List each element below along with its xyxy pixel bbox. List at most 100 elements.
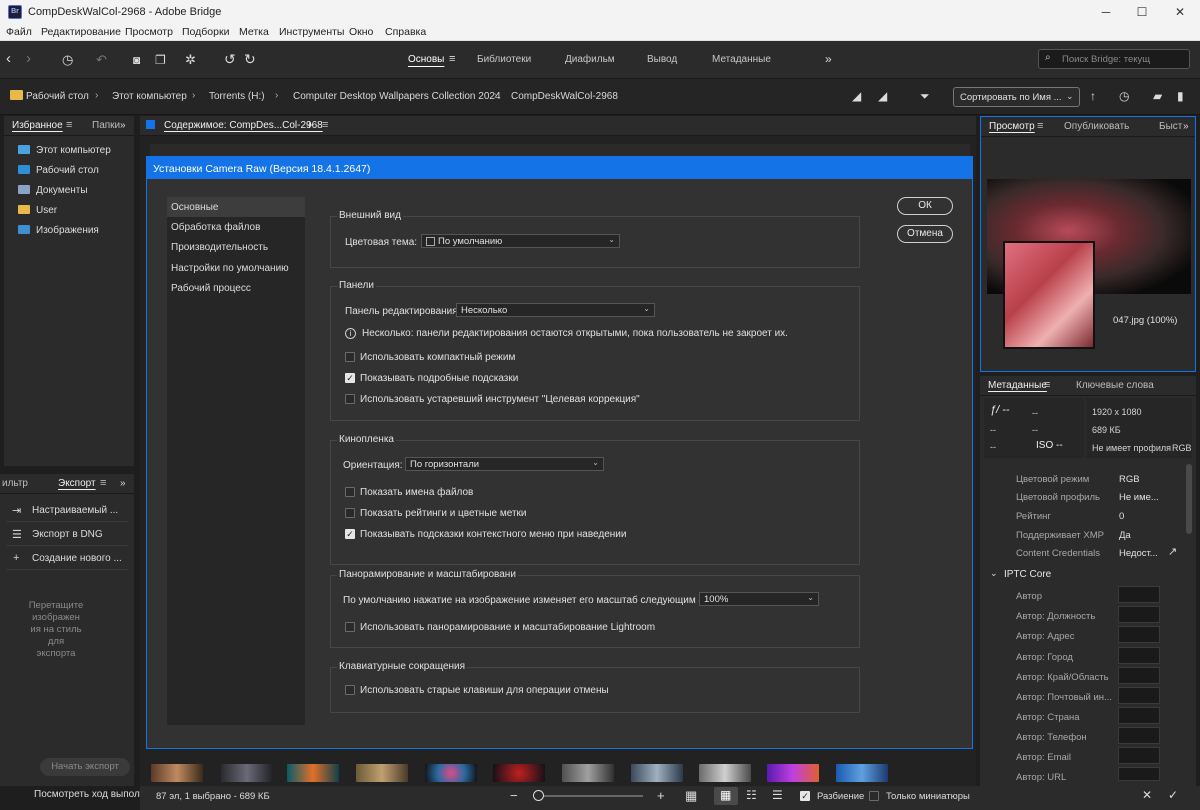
search-box[interactable]: ⌕ Поиск Bridge: текущ bbox=[1038, 49, 1190, 69]
thumbnail[interactable] bbox=[493, 764, 545, 782]
iptc-field-input[interactable] bbox=[1118, 626, 1160, 643]
workspace-metadata[interactable]: Метаданные bbox=[712, 54, 771, 65]
forward-icon[interactable]: › bbox=[26, 50, 31, 67]
workspace-libraries[interactable]: Библиотеки bbox=[477, 54, 531, 65]
close-icon[interactable]: ✕ bbox=[1160, 0, 1200, 24]
tab-quick[interactable]: Быст bbox=[1159, 121, 1182, 132]
tab-keywords[interactable]: Ключевые слова bbox=[1076, 380, 1154, 391]
theme-dropdown[interactable]: По умолчанию ⌄ bbox=[421, 234, 620, 248]
iptc-section-title[interactable]: IPTC Core bbox=[1004, 569, 1051, 580]
rotate-left-icon[interactable]: ↺ bbox=[224, 51, 236, 68]
sort-dropdown[interactable]: Сортировать по Имя ... ⌄ bbox=[953, 87, 1080, 107]
view-thumbnails-button[interactable]: ▦ bbox=[714, 787, 738, 805]
refine-icon[interactable]: ✲ bbox=[185, 52, 196, 68]
breadcrumb-drive[interactable]: Torrents (H:) bbox=[209, 91, 265, 102]
export-progress-link[interactable]: Посмотреть ход выпол bbox=[34, 789, 140, 800]
thumbnail-size-slider[interactable] bbox=[535, 795, 643, 797]
rotate-right-icon[interactable]: ↻ bbox=[244, 51, 256, 68]
quality-menu-icon[interactable]: ◢ bbox=[878, 89, 887, 103]
chevron-down-icon[interactable]: ⌄ bbox=[990, 568, 998, 579]
external-link-icon[interactable]: ↗ bbox=[1168, 545, 1177, 558]
menu-window[interactable]: Окно bbox=[349, 26, 373, 38]
click-zoom-dropdown[interactable]: 100% ⌄ bbox=[699, 592, 819, 606]
breadcrumb-computer[interactable]: Этот компьютер bbox=[112, 91, 187, 102]
tab-favorites[interactable]: Избранное bbox=[12, 120, 63, 131]
tab-preview[interactable]: Просмотр bbox=[989, 121, 1035, 132]
breadcrumb-collection[interactable]: Computer Desktop Wallpapers Collection 2… bbox=[293, 91, 501, 102]
tab-publish[interactable]: Опубликовать bbox=[1064, 121, 1129, 132]
thumbnail[interactable] bbox=[356, 764, 408, 782]
favorite-computer[interactable]: Этот компьютер bbox=[18, 145, 111, 156]
lightroom-zoom-checkbox[interactable] bbox=[345, 622, 355, 632]
iptc-field-input[interactable] bbox=[1118, 687, 1160, 704]
menu-help[interactable]: Справка bbox=[385, 26, 426, 38]
iptc-field-input[interactable] bbox=[1118, 647, 1160, 664]
menu-view[interactable]: Просмотр bbox=[125, 26, 173, 38]
iptc-field-input[interactable] bbox=[1118, 767, 1160, 781]
iptc-field-input[interactable] bbox=[1118, 707, 1160, 724]
confirm-icon[interactable]: ✓ bbox=[1168, 788, 1178, 802]
favorite-documents[interactable]: Документы bbox=[18, 185, 88, 196]
filter-icon[interactable]: ⏷ bbox=[920, 89, 930, 104]
workspace-essentials[interactable]: Основы bbox=[408, 54, 444, 65]
show-ratings-checkbox[interactable] bbox=[345, 508, 355, 518]
tab-content[interactable]: Содержимое: CompDes...Col-2968 bbox=[164, 120, 323, 131]
favorite-pictures[interactable]: Изображения bbox=[18, 225, 99, 236]
orientation-dropdown[interactable]: По горизонтали ⌄ bbox=[405, 457, 604, 471]
hamburger-icon[interactable]: ≡ bbox=[1037, 120, 1043, 132]
zoom-in-icon[interactable]: + bbox=[657, 788, 665, 803]
export-preset-custom[interactable]: ⇥ Настраиваемый ... bbox=[6, 500, 128, 522]
breadcrumb-desktop[interactable]: Рабочий стол bbox=[26, 91, 89, 102]
recent-icon[interactable]: ◷ bbox=[62, 52, 73, 68]
details-view-icon[interactable]: ☷ bbox=[746, 788, 757, 802]
zoom-out-icon[interactable]: − bbox=[510, 788, 518, 803]
hamburger-icon[interactable]: ≡ bbox=[66, 119, 72, 131]
create-new-preset[interactable]: + Создание нового ... bbox=[6, 548, 128, 570]
sort-direction-icon[interactable]: ↑ bbox=[1090, 89, 1096, 103]
metadata-scrollbar[interactable] bbox=[1186, 464, 1192, 534]
legacy-undo-checkbox[interactable] bbox=[345, 685, 355, 695]
hamburger-icon[interactable]: ≡ bbox=[449, 53, 455, 65]
nav-workflow[interactable]: Рабочий процесс bbox=[167, 278, 305, 298]
ok-button[interactable]: ОК bbox=[897, 197, 953, 215]
cancel-button[interactable]: Отмена bbox=[897, 225, 953, 243]
breadcrumb-current[interactable]: CompDeskWalCol-2968 bbox=[511, 91, 618, 102]
list-view-icon[interactable]: ☰ bbox=[772, 788, 783, 802]
thumbnail[interactable] bbox=[425, 764, 477, 782]
thumbnail[interactable] bbox=[562, 764, 614, 782]
thumbnail[interactable] bbox=[221, 764, 273, 782]
thumbs-only-checkbox[interactable] bbox=[869, 791, 879, 801]
tab-folders[interactable]: Папки bbox=[92, 120, 120, 131]
iptc-field-input[interactable] bbox=[1118, 747, 1160, 764]
more-workspaces-icon[interactable]: » bbox=[825, 52, 832, 66]
menu-tools[interactable]: Инструменты bbox=[279, 26, 344, 38]
open-recent-icon[interactable]: ◷ bbox=[1119, 89, 1129, 103]
tab-filter[interactable]: ильтр bbox=[2, 478, 28, 489]
hamburger-icon[interactable]: ≡ bbox=[1044, 379, 1050, 391]
thumbnail[interactable] bbox=[836, 764, 888, 782]
grid-lock-icon[interactable]: ▦ bbox=[685, 788, 697, 804]
hamburger-icon[interactable]: ≡ bbox=[322, 119, 328, 131]
menu-file[interactable]: Файл bbox=[6, 26, 32, 38]
iptc-field-input[interactable] bbox=[1118, 727, 1160, 744]
cancel-icon[interactable]: ✕ bbox=[1142, 788, 1152, 802]
favorite-user[interactable]: User bbox=[18, 205, 57, 216]
thumbnail[interactable] bbox=[767, 764, 819, 782]
context-tooltips-checkbox[interactable]: ✓ bbox=[345, 529, 355, 539]
export-dng[interactable]: ☰ Экспорт в DNG bbox=[6, 524, 128, 546]
thumbnail[interactable] bbox=[151, 764, 203, 782]
legacy-targeted-adjust-checkbox[interactable] bbox=[345, 394, 355, 404]
back-icon[interactable]: ‹ bbox=[6, 50, 11, 67]
iptc-field-input[interactable] bbox=[1118, 667, 1160, 684]
thumbnail[interactable] bbox=[699, 764, 751, 782]
slider-thumb[interactable] bbox=[533, 790, 544, 801]
iptc-field-input[interactable] bbox=[1118, 606, 1160, 623]
loupe-zoom[interactable] bbox=[1003, 241, 1095, 349]
nav-file-handling[interactable]: Обработка файлов bbox=[167, 217, 305, 237]
start-export-button[interactable]: Начать экспорт bbox=[40, 758, 130, 776]
trash-icon[interactable]: ▮ bbox=[1177, 89, 1184, 103]
minimize-icon[interactable]: ─ bbox=[1086, 0, 1126, 24]
split-checkbox[interactable]: ✓ bbox=[800, 791, 810, 801]
tab-metadata[interactable]: Метаданные bbox=[988, 380, 1047, 391]
more-tabs-icon[interactable]: » bbox=[120, 120, 126, 131]
